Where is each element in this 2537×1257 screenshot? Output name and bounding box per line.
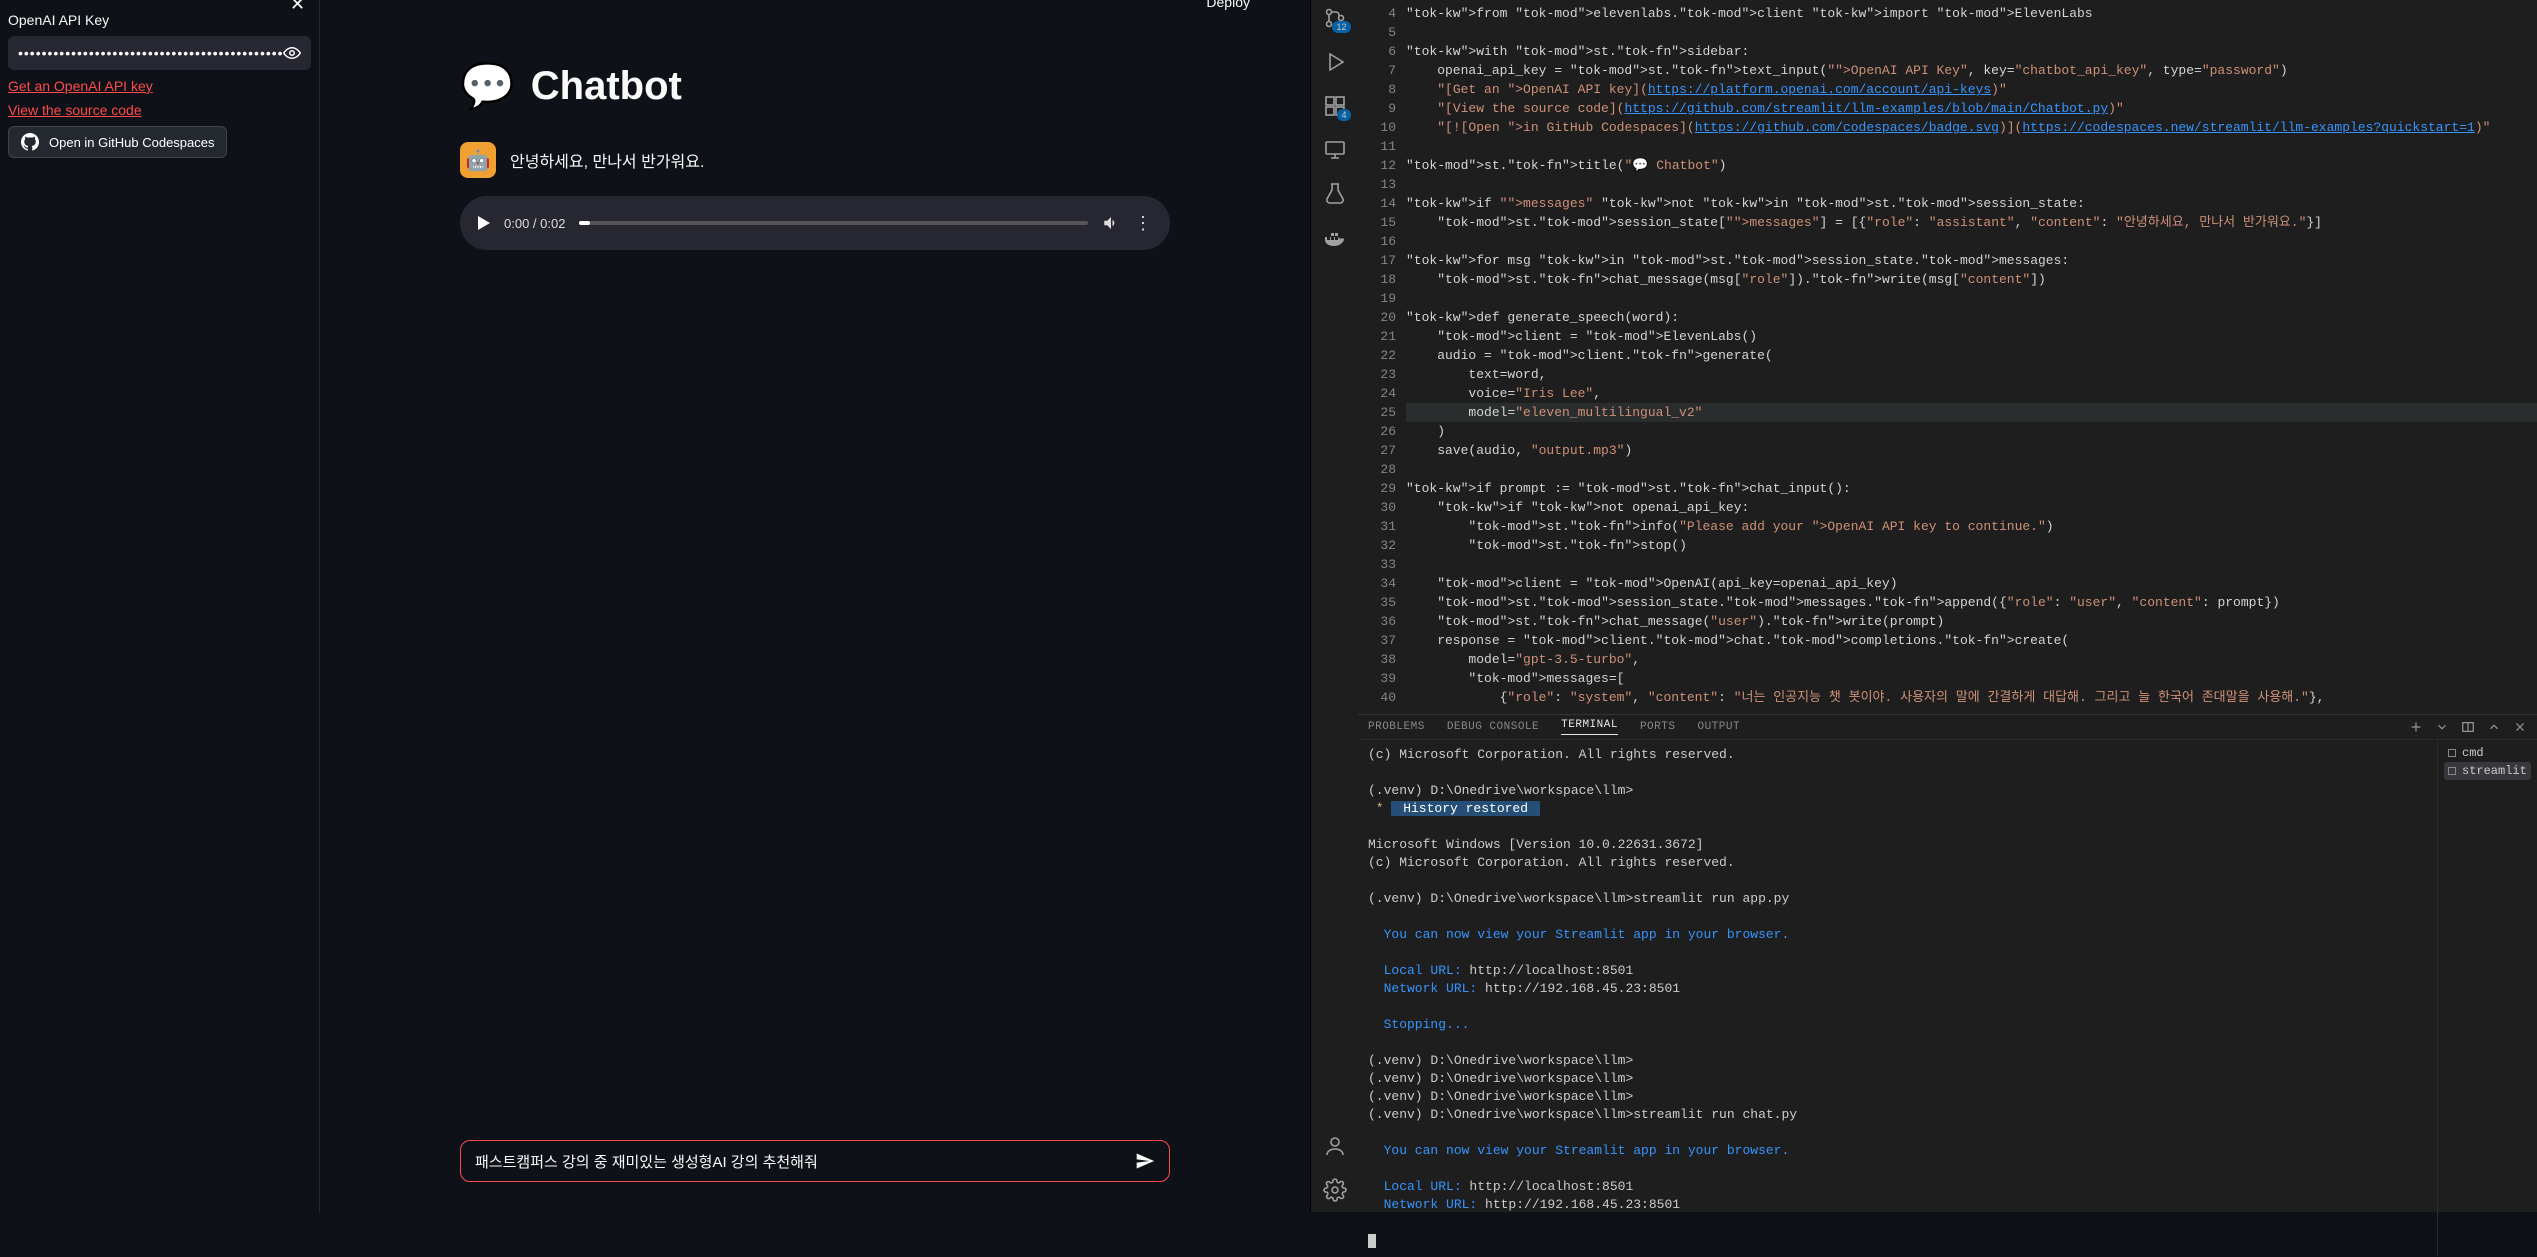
panel-tabs: PROBLEMS DEBUG CONSOLE TERMINAL PORTS OUTPUT — [1358, 715, 2537, 740]
docker-icon[interactable] — [1323, 226, 1347, 250]
split-terminal-icon[interactable] — [2461, 720, 2475, 734]
editor-area: 4567891011121314151617181920212223242526… — [1358, 0, 2537, 1212]
deploy-button[interactable]: Deploy — [1206, 0, 1250, 10]
reveal-password-icon[interactable] — [283, 44, 301, 62]
terminal-body: (c) Microsoft Corporation. All rights re… — [1358, 740, 2537, 1256]
assistant-message: 🤖 안녕하세요, 만나서 반가워요. — [460, 142, 1170, 178]
page-title: Chatbot — [531, 64, 682, 109]
remote-icon[interactable] — [1323, 138, 1347, 162]
chat-input[interactable] — [475, 1153, 1135, 1170]
view-source-link[interactable]: View the source code — [8, 102, 311, 118]
get-api-key-link[interactable]: Get an OpenAI API key — [8, 78, 311, 94]
terminal-list: cmdstreamlit — [2437, 740, 2537, 1256]
panel-tab-output[interactable]: OUTPUT — [1697, 721, 1740, 733]
page-title-row: 💬 Chatbot — [460, 60, 1170, 112]
panel-tab-terminal[interactable]: TERMINAL — [1561, 719, 1618, 735]
new-terminal-icon[interactable] — [2409, 720, 2423, 734]
github-icon — [21, 133, 39, 151]
bottom-panel: PROBLEMS DEBUG CONSOLE TERMINAL PORTS OUTPUT… — [1358, 714, 2537, 1212]
code-editor[interactable]: 4567891011121314151617181920212223242526… — [1358, 0, 2537, 714]
vscode: 12 4 4567891011121314151617181 — [1310, 0, 2537, 1212]
line-gutter: 4567891011121314151617181920212223242526… — [1358, 0, 1406, 714]
run-debug-icon[interactable] — [1323, 50, 1347, 74]
panel-tab-problems[interactable]: PROBLEMS — [1368, 721, 1425, 733]
audio-player[interactable]: 0:00 / 0:02 ⋮ — [460, 196, 1170, 250]
terminal-dropdown-icon[interactable] — [2435, 720, 2449, 734]
volume-icon[interactable] — [1102, 214, 1120, 232]
extensions-icon[interactable]: 4 — [1323, 94, 1347, 118]
chat-input-wrap — [460, 1140, 1170, 1182]
api-key-label: OpenAI API Key — [8, 12, 311, 28]
streamlit-sidebar: OpenAI API Key Get an OpenAI API key Vie… — [0, 0, 320, 1212]
chat-bubble-icon: 💬 — [460, 60, 515, 112]
close-panel-icon[interactable] — [2513, 720, 2527, 734]
source-control-badge: 12 — [1332, 21, 1350, 33]
assistant-avatar-icon: 🤖 — [460, 142, 496, 178]
activity-bar: 12 4 — [1310, 0, 1358, 1212]
code-content[interactable]: "tok-kw">from "tok-mod">elevenlabs."tok-… — [1406, 0, 2537, 714]
testing-icon[interactable] — [1323, 182, 1347, 206]
panel-tab-ports[interactable]: PORTS — [1640, 721, 1676, 733]
audio-more-icon[interactable]: ⋮ — [1134, 213, 1152, 234]
audio-seek-slider[interactable] — [579, 221, 1088, 225]
codespaces-button-label: Open in GitHub Codespaces — [49, 135, 214, 150]
api-key-input-wrap — [8, 36, 311, 70]
accounts-icon[interactable] — [1323, 1134, 1347, 1158]
extensions-badge: 4 — [1337, 109, 1350, 121]
audio-time: 0:00 / 0:02 — [504, 216, 565, 231]
terminal-item-streamlit[interactable]: streamlit — [2444, 762, 2531, 780]
terminal-item-cmd[interactable]: cmd — [2444, 744, 2531, 762]
maximize-panel-icon[interactable] — [2487, 720, 2501, 734]
streamlit-main: Deploy 💬 Chatbot 🤖 안녕하세요, 만나서 반가워요. 0:00… — [320, 0, 1310, 1212]
panel-tab-debug-console[interactable]: DEBUG CONSOLE — [1447, 721, 1539, 733]
streamlit-app: ✕ OpenAI API Key Get an OpenAI API key V… — [0, 0, 1310, 1212]
open-codespaces-button[interactable]: Open in GitHub Codespaces — [8, 126, 227, 158]
api-key-input[interactable] — [18, 45, 283, 61]
assistant-message-text: 안녕하세요, 만나서 반가워요. — [510, 148, 704, 172]
terminal-output[interactable]: (c) Microsoft Corporation. All rights re… — [1358, 740, 2437, 1256]
settings-gear-icon[interactable] — [1323, 1178, 1347, 1202]
source-control-icon[interactable]: 12 — [1323, 6, 1347, 30]
send-icon[interactable] — [1135, 1151, 1155, 1171]
sidebar-close-icon[interactable]: ✕ — [290, 0, 305, 15]
play-icon[interactable] — [478, 216, 490, 230]
chat-column: 💬 Chatbot 🤖 안녕하세요, 만나서 반가워요. 0:00 / 0:02… — [460, 60, 1170, 250]
